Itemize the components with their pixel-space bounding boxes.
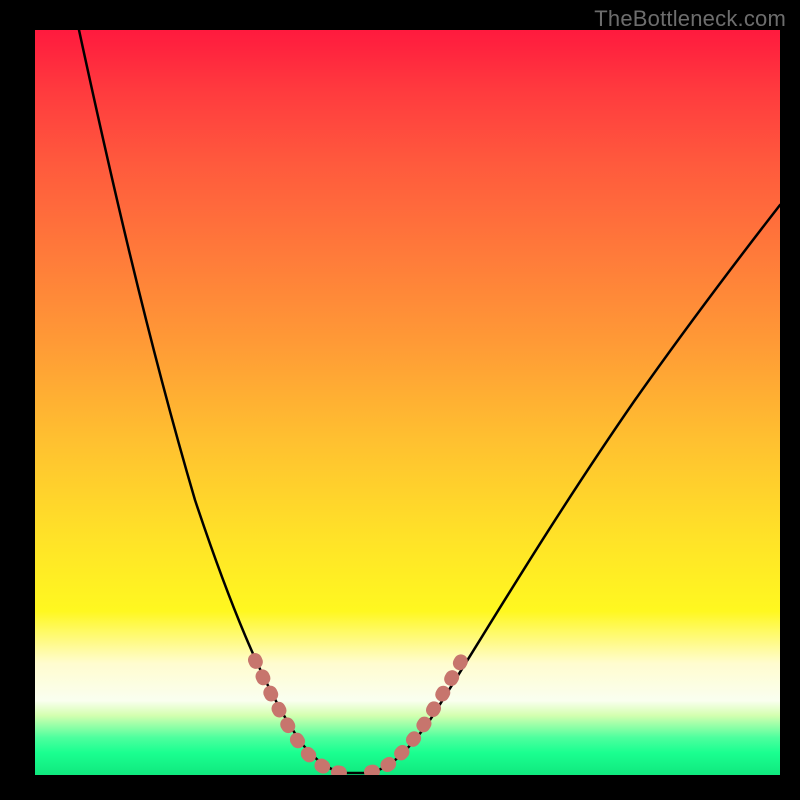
- right-highlight-segment: [371, 650, 467, 772]
- curve-path: [79, 30, 780, 773]
- gradient-plot-area: [35, 30, 780, 775]
- bottleneck-curve: [35, 30, 780, 775]
- chart-frame: TheBottleneck.com: [0, 0, 800, 800]
- watermark-text: TheBottleneck.com: [594, 6, 786, 32]
- left-highlight-segment: [255, 660, 343, 773]
